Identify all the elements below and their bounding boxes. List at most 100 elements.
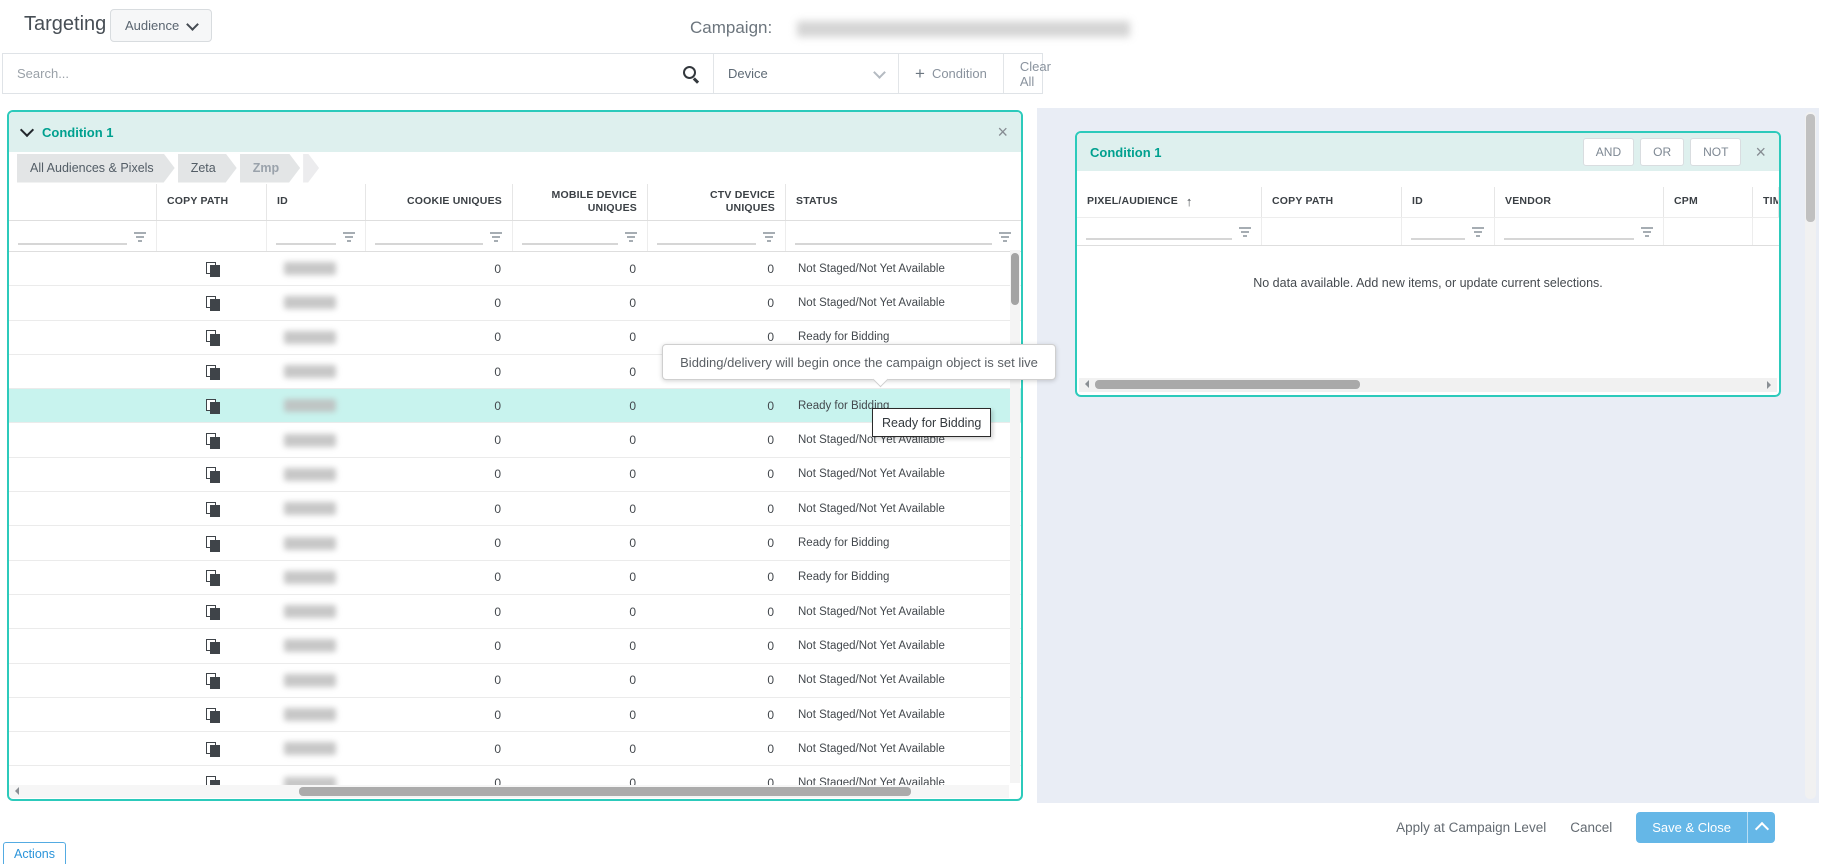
clear-all-button[interactable]: Clear All [1004,54,1067,93]
copy-path-cell[interactable] [157,458,267,491]
operator-and-button[interactable]: AND [1583,138,1634,166]
column-header[interactable]: CPM [1664,187,1753,217]
horizontal-scrollbar[interactable] [9,785,1009,798]
operator-or-button[interactable]: OR [1640,138,1684,166]
column-header[interactable]: ID [267,184,366,220]
search-icon[interactable] [682,65,699,82]
column-header[interactable]: CTV DEVICE UNIQUES [648,184,786,220]
scroll-left-arrow-icon[interactable] [1081,380,1089,388]
copy-icon[interactable] [206,330,218,344]
table-row[interactable]: 000Not Staged/Not Yet Available [9,252,1021,286]
filter-input[interactable] [375,228,483,245]
filter-icon[interactable] [1471,226,1485,237]
filter-icon[interactable] [998,231,1012,242]
search-input[interactable] [3,66,682,81]
filter-icon[interactable] [342,231,356,242]
copy-icon[interactable] [206,570,218,584]
copy-icon[interactable] [206,605,218,619]
column-header[interactable]: MOBILE DEVICE UNIQUES [513,184,648,220]
copy-icon[interactable] [206,639,218,653]
filter-icon[interactable] [489,231,503,242]
copy-path-cell[interactable] [157,595,267,628]
filter-cell[interactable] [786,221,1021,251]
table-row[interactable]: 000Not Staged/Not Yet Available [9,423,1021,457]
table-row[interactable]: 000Not Staged/Not Yet Available [9,629,1021,663]
copy-path-cell[interactable] [157,526,267,559]
copy-path-cell[interactable] [157,286,267,319]
sort-asc-icon[interactable]: ↑ [1186,194,1193,210]
copy-icon[interactable] [206,742,218,756]
breadcrumb-item[interactable]: All Audiences & Pixels [17,154,175,183]
column-header[interactable]: ID [1402,187,1495,217]
table-row[interactable]: 000Not Staged/Not Yet Available [9,458,1021,492]
copy-path-cell[interactable] [157,321,267,354]
copy-path-cell[interactable] [157,664,267,697]
copy-icon[interactable] [206,502,218,516]
column-header[interactable]: TIM [1753,187,1779,217]
scrollbar-thumb[interactable] [1011,253,1019,305]
copy-icon[interactable] [206,296,218,310]
copy-path-cell[interactable] [157,732,267,765]
copy-icon[interactable] [206,467,218,481]
copy-path-cell[interactable] [157,561,267,594]
save-close-label[interactable]: Save & Close [1636,812,1747,843]
column-header[interactable]: VENDOR [1495,187,1664,217]
filter-cell[interactable] [267,221,366,251]
add-condition-button[interactable]: + Condition [899,54,1004,93]
column-header[interactable]: COPY PATH [157,184,267,220]
filter-icon[interactable] [133,231,147,242]
filter-input[interactable] [1411,223,1465,240]
scrollbar-thumb[interactable] [1095,380,1360,389]
vertical-scrollbar[interactable] [1805,112,1816,799]
copy-path-cell[interactable] [157,252,267,285]
collapse-icon[interactable] [20,123,34,137]
filter-cell[interactable] [1402,218,1495,245]
copy-icon[interactable] [206,433,218,447]
column-header[interactable]: PIXEL/AUDIENCE↑ [1077,187,1262,217]
scroll-right-arrow-icon[interactable] [1767,381,1775,389]
copy-path-cell[interactable] [157,698,267,731]
column-header[interactable]: COPY PATH [1262,187,1402,217]
table-row[interactable]: 000Not Staged/Not Yet Available [9,664,1021,698]
table-row[interactable]: 000Not Staged/Not Yet Available [9,698,1021,732]
filter-input[interactable] [1086,223,1232,240]
save-close-button[interactable]: Save & Close [1636,812,1775,843]
scrollbar-thumb[interactable] [299,787,911,796]
copy-path-cell[interactable] [157,423,267,456]
table-row[interactable]: 000Not Staged/Not Yet Available [9,595,1021,629]
filter-input[interactable] [1504,223,1634,240]
copy-icon[interactable] [206,708,218,722]
audience-dropdown[interactable]: Audience [110,9,212,42]
copy-icon[interactable] [206,776,218,785]
copy-path-cell[interactable] [157,355,267,388]
filter-input[interactable] [657,228,756,245]
apply-campaign-level-button[interactable]: Apply at Campaign Level [1396,820,1546,835]
cancel-button[interactable]: Cancel [1570,820,1612,835]
device-select[interactable]: Device [714,54,899,93]
table-row[interactable]: 000Not Staged/Not Yet Available [9,286,1021,320]
column-header[interactable]: COOKIE UNIQUES [366,184,513,220]
table-row[interactable]: 000Not Staged/Not Yet Available [9,766,1021,785]
filter-input[interactable] [522,228,618,245]
filter-cell[interactable] [366,221,513,251]
filter-input[interactable] [276,228,336,245]
table-row[interactable]: 000Ready for Bidding [9,389,1021,423]
filter-input[interactable] [795,228,992,245]
copy-path-cell[interactable] [157,492,267,525]
save-options-toggle[interactable] [1747,812,1775,843]
column-header[interactable]: STATUS [786,184,1021,220]
filter-cell[interactable] [1495,218,1664,245]
close-icon[interactable]: × [1755,143,1766,161]
filter-input[interactable] [18,228,127,245]
horizontal-scrollbar[interactable] [1079,378,1777,392]
breadcrumb-item[interactable]: Zmp [240,154,300,183]
table-row[interactable]: 000Not Staged/Not Yet Available [9,732,1021,766]
copy-path-cell[interactable] [157,766,267,785]
filter-icon[interactable] [624,231,638,242]
filter-cell[interactable] [9,221,157,251]
filter-icon[interactable] [1238,226,1252,237]
operator-not-button[interactable]: NOT [1690,138,1741,166]
copy-icon[interactable] [206,673,218,687]
filter-cell[interactable] [1077,218,1262,245]
actions-tab[interactable]: Actions [3,842,66,864]
